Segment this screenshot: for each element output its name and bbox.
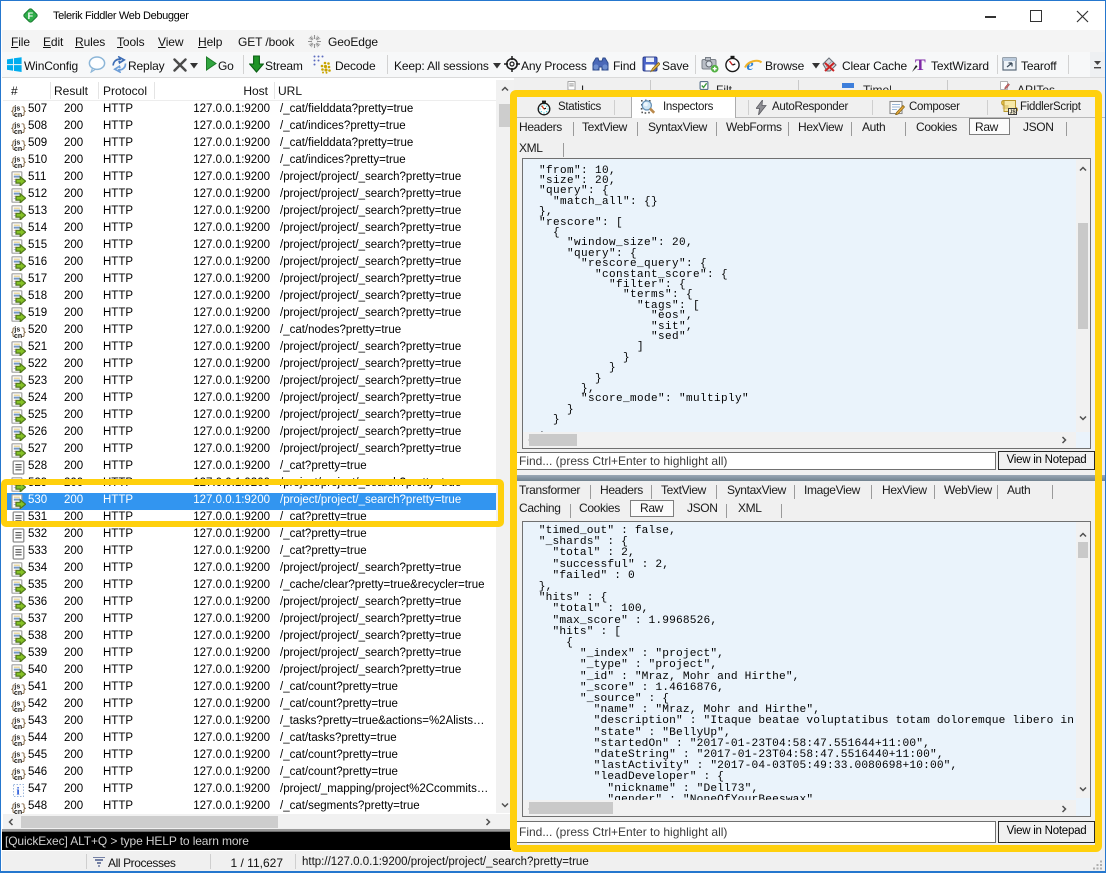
svg-text:F: F (28, 11, 34, 21)
svg-text:T: T (915, 57, 926, 73)
